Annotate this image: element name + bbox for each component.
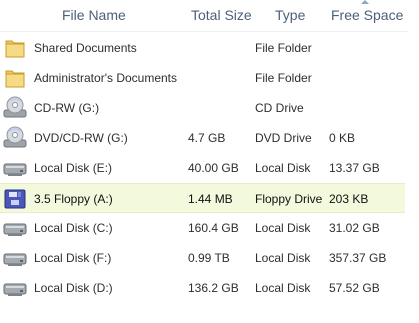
list-item-local-disk-f[interactable]: Local Disk (F:) 0.99 TB Local Disk 357.3… (0, 243, 405, 273)
free-space: 357.37 GB (329, 251, 387, 265)
file-name: CD-RW (G:) (34, 101, 100, 115)
file-list: Shared Documents File Folder Administrat… (0, 33, 408, 323)
type: File Folder (255, 71, 312, 85)
type: File Folder (255, 41, 312, 55)
list-item-dvd-cd-rw-g[interactable]: DVD/CD-RW (G:) 4.7 GB DVD Drive 0 KB (0, 123, 405, 153)
hard-disk-icon (0, 153, 30, 183)
free-space-column-header[interactable]: Free Space (331, 7, 403, 23)
optical-drive-icon (0, 123, 30, 153)
file-name: 3.5 Floppy (A:) (34, 192, 113, 206)
total-size: 160.4 GB (188, 221, 239, 235)
hard-disk-icon (0, 273, 30, 303)
type: Local Disk (255, 161, 311, 175)
file-list-window: File Name Total Size Type Free Space Sha… (0, 0, 419, 323)
file-name: DVD/CD-RW (G:) (34, 131, 128, 145)
file-name: Local Disk (C:) (34, 221, 113, 235)
column-header-row: File Name Total Size Type Free Space (0, 0, 408, 32)
floppy-disk-icon (0, 184, 30, 214)
list-item-shared-documents[interactable]: Shared Documents File Folder (0, 33, 405, 63)
free-space: 31.02 GB (329, 221, 380, 235)
file-name: Administrator's Documents (34, 71, 178, 85)
folder-icon (0, 63, 30, 93)
total-size: 40.00 GB (188, 161, 239, 175)
list-item-local-disk-c[interactable]: Local Disk (C:) 160.4 GB Local Disk 31.0… (0, 213, 405, 243)
file-name: Shared Documents (34, 41, 137, 55)
list-item-3-5-floppy-a[interactable]: 3.5 Floppy (A:) 1.44 MB Floppy Drive 203… (0, 183, 405, 213)
hard-disk-icon (0, 243, 30, 273)
free-space: 13.37 GB (329, 161, 380, 175)
folder-icon (0, 33, 30, 63)
type: Local Disk (255, 221, 311, 235)
hard-disk-icon (0, 213, 30, 243)
type: Local Disk (255, 251, 311, 265)
list-item-administrators-documents[interactable]: Administrator's Documents File Folder (0, 63, 405, 93)
type-column-header[interactable]: Type (275, 7, 305, 23)
type: Local Disk (255, 281, 311, 295)
total-size-column-header[interactable]: Total Size (191, 7, 252, 23)
total-size: 0.99 TB (188, 251, 230, 265)
file-name: Local Disk (E:) (34, 161, 113, 175)
list-item-local-disk-e[interactable]: Local Disk (E:) 40.00 GB Local Disk 13.3… (0, 153, 405, 183)
list-item-cd-rw-g[interactable]: CD-RW (G:) CD Drive (0, 93, 405, 123)
file-name-column-header[interactable]: File Name (62, 7, 126, 23)
total-size: 136.2 GB (188, 281, 239, 295)
total-size: 1.44 MB (188, 192, 233, 206)
type: DVD Drive (255, 131, 312, 145)
type: CD Drive (255, 101, 304, 115)
free-space: 57.52 GB (329, 281, 380, 295)
free-space: 0 KB (329, 131, 356, 145)
total-size: 4.7 GB (188, 131, 226, 145)
file-name: Local Disk (D:) (34, 281, 113, 295)
optical-drive-icon (0, 93, 30, 123)
file-name: Local Disk (F:) (34, 251, 112, 265)
type: Floppy Drive (255, 192, 323, 206)
sort-ascending-icon (361, 0, 369, 4)
free-space: 203 KB (329, 192, 369, 206)
list-item-local-disk-d[interactable]: Local Disk (D:) 136.2 GB Local Disk 57.5… (0, 273, 405, 303)
